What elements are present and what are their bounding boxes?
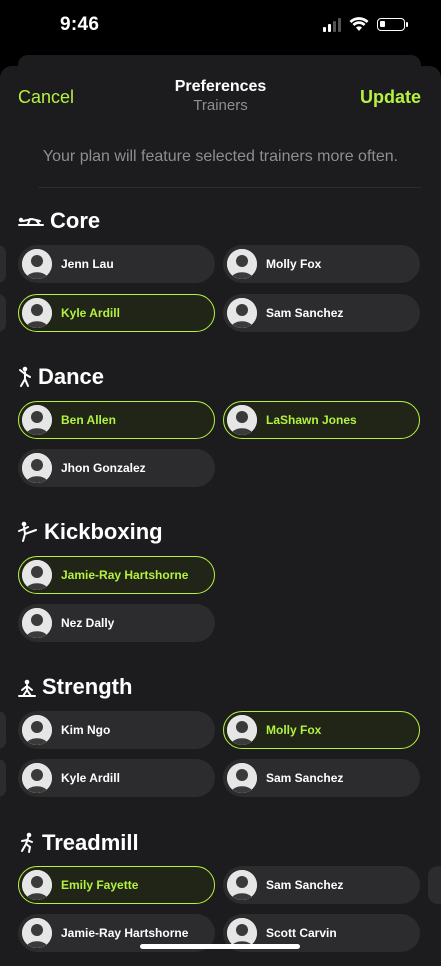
avatar: [227, 715, 257, 745]
person-silhouette-icon: [22, 870, 52, 900]
person-silhouette-icon: [22, 608, 52, 638]
scroll-edge-pill: [0, 759, 6, 797]
avatar: [22, 870, 52, 900]
person-silhouette-icon: [22, 715, 52, 745]
trainer-pill-selected[interactable]: Ben Allen: [18, 401, 215, 439]
trainer-pill[interactable]: Kyle Ardill: [18, 759, 215, 797]
trainer-name: Emily Fayette: [61, 878, 139, 892]
person-silhouette-icon: [227, 405, 257, 435]
trainer-name: Kyle Ardill: [61, 306, 120, 320]
person-silhouette-icon: [22, 763, 52, 793]
avatar: [22, 715, 52, 745]
scroll-edge-pill: [0, 711, 6, 749]
trainer-name: Nez Dally: [61, 616, 115, 630]
trainer-name: Sam Sanchez: [266, 306, 344, 320]
person-silhouette-icon: [227, 763, 257, 793]
trainer-pill[interactable]: Sam Sanchez: [223, 759, 420, 797]
person-silhouette-icon: [227, 298, 257, 328]
trainer-name: LaShawn Jones: [266, 413, 357, 427]
trainer-pill-selected[interactable]: Jamie-Ray Hartshorne: [18, 556, 215, 594]
avatar: [227, 405, 257, 435]
avatar: [22, 560, 52, 590]
section-title-label: Dance: [38, 364, 105, 389]
status-bar: 9:46: [0, 0, 441, 56]
status-time: 9:46: [60, 14, 100, 35]
section-title-label: Kickboxing: [44, 519, 163, 544]
trainer-pill[interactable]: Sam Sanchez: [223, 294, 420, 332]
section-treadmill-title: Treadmill: [18, 830, 139, 856]
trainer-name: Molly Fox: [266, 257, 322, 271]
avatar: [22, 608, 52, 638]
status-icons: [323, 17, 408, 32]
trainer-name: Kyle Ardill: [61, 771, 120, 785]
person-silhouette-icon: [227, 870, 257, 900]
trainer-pill[interactable]: Jhon Gonzalez: [18, 449, 215, 487]
trainer-pill-selected[interactable]: LaShawn Jones: [223, 401, 420, 439]
person-silhouette-icon: [22, 560, 52, 590]
section-strength-title: Strength: [18, 674, 132, 700]
wifi-icon: [349, 17, 369, 31]
person-silhouette-icon: [227, 249, 257, 279]
trainer-name: Jamie-Ray Hartshorne: [61, 926, 189, 940]
scroll-edge-pill: [428, 866, 441, 904]
section-dance-title: Dance: [18, 364, 104, 390]
trainer-pill-selected[interactable]: Kyle Ardill: [18, 294, 215, 332]
kickboxing-icon: [18, 521, 37, 542]
trainer-pill-selected[interactable]: Molly Fox: [223, 711, 420, 749]
avatar: [22, 405, 52, 435]
section-title-label: Treadmill: [42, 830, 139, 855]
person-silhouette-icon: [22, 405, 52, 435]
trainer-name: Jenn Lau: [61, 257, 114, 271]
avatar: [22, 298, 52, 328]
preferences-sheet: Cancel Preferences Trainers Update Your …: [0, 66, 441, 966]
avatar: [227, 870, 257, 900]
trainer-pill[interactable]: Molly Fox: [223, 245, 420, 283]
dance-icon: [19, 366, 31, 387]
person-silhouette-icon: [22, 918, 52, 948]
trainer-pill[interactable]: Kim Ngo: [18, 711, 215, 749]
trainer-name: Ben Allen: [61, 413, 116, 427]
avatar: [227, 763, 257, 793]
trainer-name: Molly Fox: [266, 723, 322, 737]
section-title-label: Strength: [42, 674, 133, 699]
trainer-name: Jhon Gonzalez: [61, 461, 146, 475]
avatar: [227, 298, 257, 328]
avatar: [22, 453, 52, 483]
trainer-name: Scott Carvin: [266, 926, 337, 940]
avatar: [22, 763, 52, 793]
person-silhouette-icon: [22, 453, 52, 483]
trainer-pill[interactable]: Nez Dally: [18, 604, 215, 642]
trainer-name: Sam Sanchez: [266, 878, 344, 892]
trainer-pill[interactable]: Sam Sanchez: [223, 866, 420, 904]
intro-text: Your plan will feature selected trainers…: [42, 148, 399, 165]
person-silhouette-icon: [22, 249, 52, 279]
section-title-label: Core: [50, 208, 101, 233]
update-button[interactable]: Update: [360, 87, 421, 108]
trainer-name: Kim Ngo: [61, 723, 111, 737]
battery-icon: [377, 18, 408, 31]
person-silhouette-icon: [227, 715, 257, 745]
avatar: [22, 918, 52, 948]
strength-icon: [18, 679, 36, 697]
section-core-title: Core: [18, 208, 100, 234]
trainer-pill[interactable]: Jenn Lau: [18, 245, 215, 283]
avatar: [227, 249, 257, 279]
signal-icon: [323, 17, 341, 32]
home-indicator[interactable]: [140, 944, 300, 949]
trainer-name: Jamie-Ray Hartshorne: [61, 568, 189, 582]
core-icon: [18, 217, 44, 226]
divider: [38, 187, 421, 188]
scroll-edge-pill: [0, 245, 6, 283]
person-silhouette-icon: [22, 298, 52, 328]
section-kickboxing-title: Kickboxing: [18, 519, 163, 545]
treadmill-icon: [21, 832, 33, 853]
trainer-name: Sam Sanchez: [266, 771, 344, 785]
trainer-pill-selected[interactable]: Emily Fayette: [18, 866, 215, 904]
scroll-edge-pill: [0, 294, 6, 332]
avatar: [22, 249, 52, 279]
